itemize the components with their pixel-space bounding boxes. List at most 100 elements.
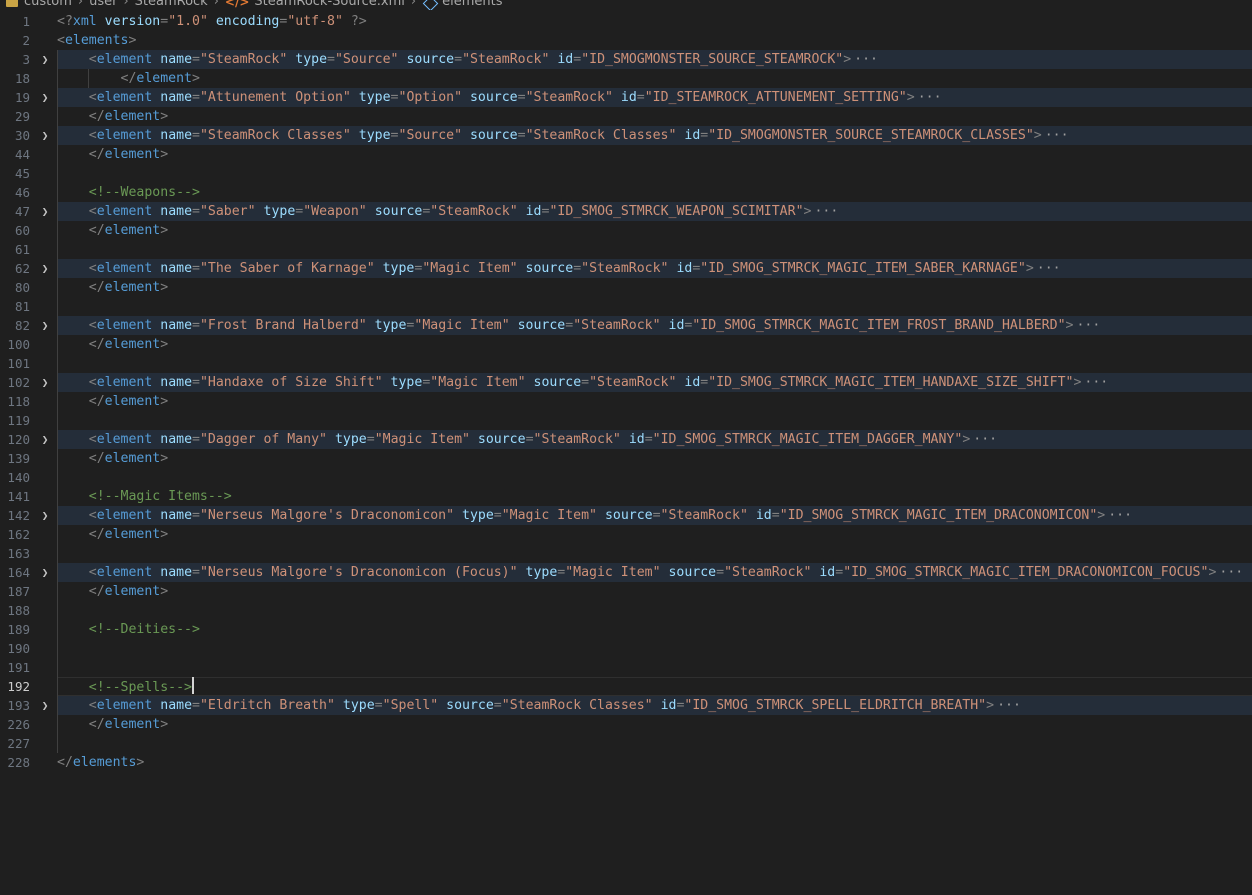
- code-line[interactable]: 81: [0, 297, 1252, 316]
- folded-ellipsis-icon[interactable]: ···: [1076, 318, 1100, 333]
- code-text: </element>: [57, 449, 168, 468]
- code-line[interactable]: 162 </element>: [0, 525, 1252, 544]
- breadcrumb-item-custom[interactable]: custom: [24, 0, 72, 10]
- code-line[interactable]: 29 </element>: [0, 107, 1252, 126]
- code-line[interactable]: 140: [0, 468, 1252, 487]
- folded-ellipsis-icon[interactable]: ···: [918, 90, 942, 105]
- attribute-name: source: [668, 565, 717, 580]
- chevron-right-icon[interactable]: [38, 563, 52, 582]
- code-line[interactable]: 47 <element name="Saber" type="Weapon" s…: [0, 202, 1252, 221]
- folded-ellipsis-icon[interactable]: ···: [1045, 128, 1069, 143]
- code-line[interactable]: 61: [0, 240, 1252, 259]
- chevron-right-icon[interactable]: [38, 373, 52, 392]
- folded-ellipsis-icon[interactable]: ···: [854, 52, 878, 67]
- code-line[interactable]: 101: [0, 354, 1252, 373]
- attribute-name: name: [160, 432, 193, 447]
- code-text: </element>: [57, 145, 168, 164]
- code-line[interactable]: 3 <element name="SteamRock" type="Source…: [0, 50, 1252, 69]
- code-token: >: [160, 223, 169, 238]
- code-line[interactable]: 30 <element name="SteamRock Classes" typ…: [0, 126, 1252, 145]
- attribute-value: "SteamRock Classes": [501, 698, 653, 713]
- folded-ellipsis-icon[interactable]: ···: [997, 698, 1021, 713]
- code-line[interactable]: 44 </element>: [0, 145, 1252, 164]
- code-line[interactable]: 190: [0, 639, 1252, 658]
- code-line[interactable]: 1 <?xml version="1.0" encoding="utf-8" ?>: [0, 12, 1252, 31]
- code-line[interactable]: 193 <element name="Eldritch Breath" type…: [0, 696, 1252, 715]
- code-line[interactable]: 118 </element>: [0, 392, 1252, 411]
- code-line[interactable]: 191: [0, 658, 1252, 677]
- folded-ellipsis-icon[interactable]: ···: [1219, 565, 1243, 580]
- code-editor[interactable]: 1 <?xml version="1.0" encoding="utf-8" ?>…: [0, 12, 1252, 772]
- breadcrumb-item-elements[interactable]: elements: [442, 0, 502, 10]
- code-text: <element name="Nerseus Malgore's Dracono…: [57, 563, 1243, 582]
- code-text: <elements>: [57, 31, 136, 50]
- code-line[interactable]: 228 </elements>: [0, 753, 1252, 772]
- code-text: <!--Weapons-->: [57, 183, 200, 202]
- code-line[interactable]: 142 <element name="Nerseus Malgore's Dra…: [0, 506, 1252, 525]
- chevron-right-icon[interactable]: [38, 316, 52, 335]
- chevron-right-icon[interactable]: [38, 50, 52, 69]
- code-token: </: [88, 584, 105, 599]
- code-line[interactable]: 192 <!--Spells-->: [0, 677, 1252, 696]
- chevron-right-icon: ›: [410, 0, 417, 9]
- folded-ellipsis-icon[interactable]: ···: [973, 432, 997, 447]
- code-line[interactable]: 82 <element name="Frost Brand Halberd" t…: [0, 316, 1252, 335]
- attribute-value: "ID_SMOG_STMRCK_MAGIC_ITEM_SABER_KARNAGE…: [700, 261, 1026, 276]
- code-line[interactable]: 226 </element>: [0, 715, 1252, 734]
- text-cursor: [191, 677, 194, 694]
- code-line[interactable]: 2 <elements>: [0, 31, 1252, 50]
- code-line[interactable]: 19 <element name="Attunement Option" typ…: [0, 88, 1252, 107]
- attribute-name: name: [160, 128, 193, 143]
- chevron-right-icon[interactable]: [38, 696, 52, 715]
- code-token: element: [104, 223, 161, 238]
- code-line[interactable]: 60 </element>: [0, 221, 1252, 240]
- chevron-right-icon[interactable]: [38, 430, 52, 449]
- code-line[interactable]: 119: [0, 411, 1252, 430]
- folded-ellipsis-icon[interactable]: ···: [814, 204, 838, 219]
- line-number: 2: [22, 33, 30, 48]
- code-text: <element name="SteamRock" type="Source" …: [57, 50, 878, 69]
- code-token: =: [644, 432, 653, 447]
- code-line[interactable]: 45: [0, 164, 1252, 183]
- chevron-right-icon[interactable]: [38, 88, 52, 107]
- chevron-right-icon[interactable]: [38, 202, 52, 221]
- attribute-value: "SteamRock": [724, 565, 812, 580]
- code-line[interactable]: 163: [0, 544, 1252, 563]
- code-line[interactable]: 18 </element>: [0, 69, 1252, 88]
- code-token: xml: [72, 14, 97, 29]
- code-token: >: [192, 71, 200, 86]
- attribute-name: type: [342, 698, 375, 713]
- line-number: 19: [14, 90, 30, 105]
- attribute-value: "ID_SMOG_STMRCK_MAGIC_ITEM_HANDAXE_SIZE_…: [708, 375, 1074, 390]
- code-line[interactable]: 227: [0, 734, 1252, 753]
- code-token: =: [192, 375, 200, 390]
- chevron-right-icon[interactable]: [38, 506, 52, 525]
- folded-ellipsis-icon[interactable]: ···: [1108, 508, 1132, 523]
- code-line[interactable]: 139 </element>: [0, 449, 1252, 468]
- chevron-right-icon[interactable]: [38, 126, 52, 145]
- code-text: <element name="SteamRock Classes" type="…: [57, 126, 1069, 145]
- code-token: <: [88, 261, 97, 276]
- breadcrumb-item-steamrock[interactable]: SteamRock: [135, 0, 208, 10]
- code-line[interactable]: 188: [0, 601, 1252, 620]
- code-line[interactable]: 141 <!--Magic Items-->: [0, 487, 1252, 506]
- code-line[interactable]: 100 </element>: [0, 335, 1252, 354]
- attribute-name: name: [160, 565, 193, 580]
- code-line[interactable]: 187 </element>: [0, 582, 1252, 601]
- code-line[interactable]: 102 <element name="Handaxe of Size Shift…: [0, 373, 1252, 392]
- code-line[interactable]: 80 </element>: [0, 278, 1252, 297]
- code-line[interactable]: 189 <!--Deities-->: [0, 620, 1252, 639]
- code-line[interactable]: 120 <element name="Dagger of Many" type=…: [0, 430, 1252, 449]
- breadcrumb-item-file[interactable]: SteamRock-Source.xml: [254, 0, 405, 10]
- code-line[interactable]: 46 <!--Weapons-->: [0, 183, 1252, 202]
- chevron-right-icon[interactable]: [38, 259, 52, 278]
- folded-ellipsis-icon[interactable]: ···: [1037, 261, 1061, 276]
- code-token: element: [104, 527, 161, 542]
- folded-ellipsis-icon[interactable]: ···: [1084, 375, 1108, 390]
- code-line[interactable]: 164 <element name="Nerseus Malgore's Dra…: [0, 563, 1252, 582]
- code-token: >: [160, 109, 169, 124]
- breadcrumb-item-user[interactable]: user: [89, 0, 117, 10]
- code-token: =: [327, 52, 335, 67]
- code-line[interactable]: 62 <element name="The Saber of Karnage" …: [0, 259, 1252, 278]
- line-number: 187: [7, 584, 30, 599]
